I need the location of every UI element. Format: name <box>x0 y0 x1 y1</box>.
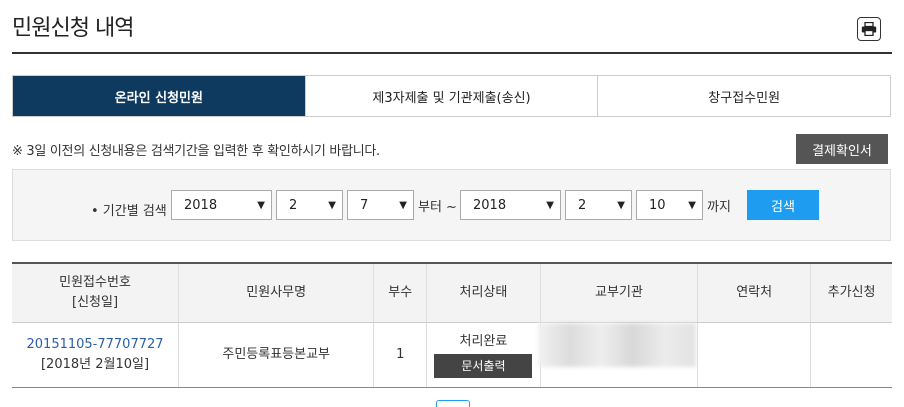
column-header-copies: 부수 <box>373 262 427 323</box>
dropdown-arrow-icon: ▼ <box>617 200 625 211</box>
print-button[interactable] <box>857 17 881 41</box>
page-title: 민원신청 내역 <box>12 16 134 41</box>
payment-confirmation-button[interactable]: 결제확인서 <box>796 134 888 164</box>
search-button[interactable]: 검색 <box>747 190 819 220</box>
contact-cell <box>697 322 811 388</box>
tab-counter-application[interactable]: 창구접수민원 <box>597 76 891 116</box>
tab-online-application[interactable]: 온라인 신청민원 <box>13 76 305 116</box>
notice-text: ※ 3일 이전의 신청내용은 검색기간을 입력한 후 확인하시기 바랍니다. <box>12 144 380 159</box>
dropdown-arrow-icon: ▼ <box>546 200 554 211</box>
application-date: [2018년 2월10일] <box>40 357 150 372</box>
from-suffix-text: 부터 ~ <box>418 200 457 215</box>
dropdown-arrow-icon: ▼ <box>328 200 336 211</box>
print-document-button[interactable]: 문서출력 <box>434 354 533 378</box>
column-header-receipt-no: 민원접수번호 [신청일] <box>12 262 179 323</box>
to-suffix-text: 까지 <box>707 200 731 215</box>
from-year-select[interactable]: 2018 ▼ <box>171 190 272 220</box>
title-divider <box>12 52 892 54</box>
column-header-status: 처리상태 <box>426 262 541 323</box>
table-row: 20151105-77707727 [2018년 2월10일] 주민등록표등본교부… <box>12 322 892 388</box>
to-day-select[interactable]: 10 ▼ <box>636 190 703 220</box>
application-name: 주민등록표등본교부 <box>178 322 374 388</box>
status-text: 처리완료 <box>459 334 508 349</box>
receipt-cell: 20151105-77707727 [2018년 2월10일] <box>12 322 179 388</box>
column-header-contact: 연락처 <box>697 262 811 323</box>
printer-icon <box>861 22 877 36</box>
from-month-select[interactable]: 2 ▼ <box>276 190 343 220</box>
redacted-agency <box>538 323 696 367</box>
dropdown-arrow-icon: ▼ <box>257 200 265 211</box>
to-year-select[interactable]: 2018 ▼ <box>460 190 561 220</box>
to-month-select[interactable]: 2 ▼ <box>565 190 632 220</box>
extra-cell <box>810 322 892 388</box>
from-day-select[interactable]: 7 ▼ <box>347 190 414 220</box>
receipt-number-link[interactable]: 20151105-77707727 <box>27 337 164 352</box>
dropdown-arrow-icon: ▼ <box>688 200 696 211</box>
column-header-name: 민원사무명 <box>178 262 374 323</box>
dropdown-arrow-icon: ▼ <box>399 200 407 211</box>
search-period-label: • 기간별 검색 <box>91 204 167 219</box>
column-header-extra: 추가신청 <box>810 262 892 323</box>
column-header-agency: 교부기관 <box>539 262 698 323</box>
copies-value: 1 <box>373 322 427 388</box>
tab-third-party-submission[interactable]: 제3자제출 및 기관제출(송신) <box>304 76 598 116</box>
tab-bar: 온라인 신청민원 제3자제출 및 기관제출(송신) 창구접수민원 <box>12 75 891 117</box>
application-table: 민원접수번호 [신청일] 민원사무명 부수 처리상태 교부기관 연락처 추가신청 … <box>12 262 892 388</box>
status-cell: 처리완료문서출력 <box>426 322 541 388</box>
